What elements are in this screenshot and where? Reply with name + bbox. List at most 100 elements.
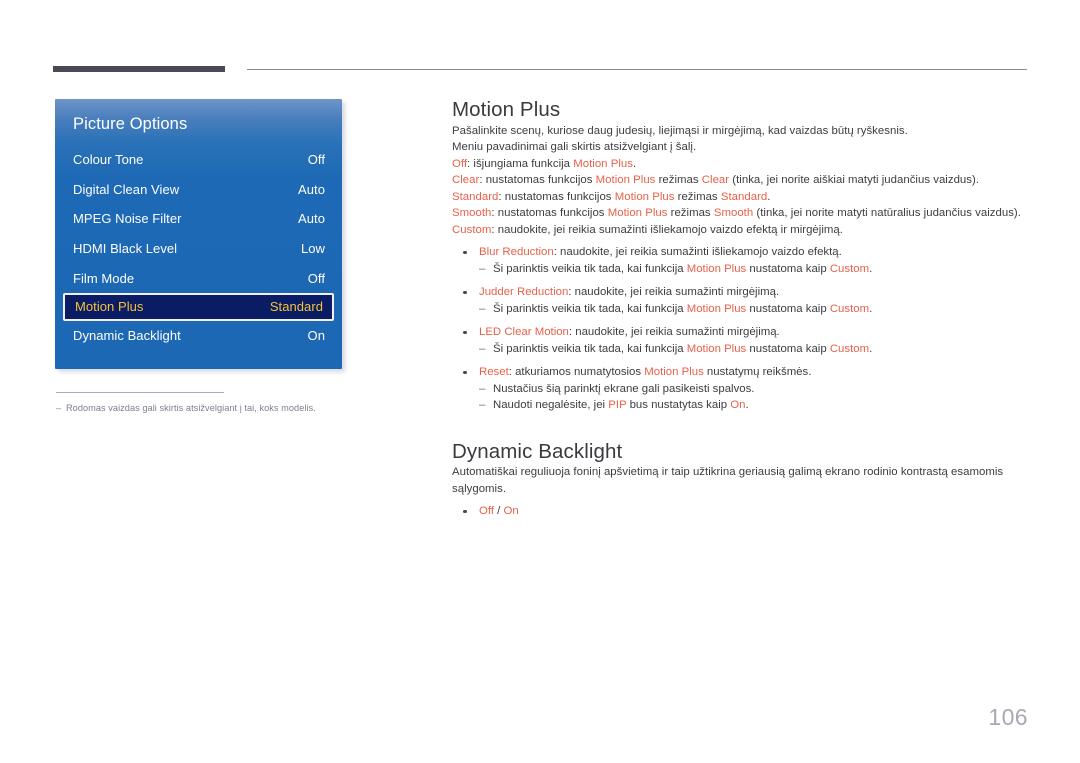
sub-ref: Motion Plus — [686, 262, 747, 275]
definition-ref: Motion Plus — [614, 190, 675, 203]
definition-text: : nustatomas funkcijos — [479, 174, 596, 187]
definition-ref: Motion Plus — [573, 157, 633, 170]
intro-line-2: Meniu pavadinimai gali skirtis atsižvelg… — [452, 141, 697, 154]
bullet-text: : naudokite, jei reikia sumažinti išliek… — [553, 246, 842, 259]
osd-row-label: Digital Clean View — [73, 181, 180, 197]
sub-list: – Ši parinktis veikia tik tada, kai funkc… — [479, 301, 1030, 318]
sub-text-post: . — [745, 399, 749, 412]
sub-item: – Ši parinktis veikia tik tada, kai funkc… — [479, 341, 1030, 358]
osd-row-value: Auto — [298, 211, 325, 227]
osd-row-hdmi-black-level[interactable]: HDMI Black Level Low — [55, 234, 342, 264]
sub-text-post: . — [869, 342, 873, 355]
osd-menu-panel: Picture Options Colour Tone Off Digital … — [55, 99, 342, 369]
footnote-text: Rodomas vaizdas gali skirtis atsižvelgia… — [66, 403, 316, 413]
bullet-text: : naudokite, jei reikia sumažinti mirgėj… — [568, 286, 780, 299]
sub-dash-icon: – — [479, 399, 486, 412]
sub-list: – Ši parinktis veikia tik tada, kai funkc… — [479, 341, 1030, 358]
definition-text-3: (tinka, jei norite aiškiai matyti judanč… — [729, 174, 979, 187]
option-off: Off — [479, 505, 494, 518]
definition-ref-2: Smooth — [713, 207, 754, 220]
sub-item: – Ši parinktis veikia tik tada, kai funkc… — [479, 301, 1030, 318]
osd-row-value: On — [307, 328, 325, 344]
osd-row-digital-clean-view[interactable]: Digital Clean View Auto — [55, 175, 342, 205]
osd-row-label: HDMI Black Level — [73, 241, 178, 257]
page-number: 106 — [988, 704, 1028, 730]
intro-line-1: Pašalinkite scenų, kuriose daug judesių,… — [452, 124, 908, 137]
definition-ref-2: Standard — [720, 190, 768, 203]
definition-term: Clear — [452, 174, 480, 187]
definition-text: : naudokite, jei reikia sumažinti išliek… — [491, 223, 843, 236]
sub-text-pre: Nustačius šią parinktį ekrane gali pasik… — [493, 382, 755, 395]
osd-row-value: Low — [301, 241, 325, 257]
bullet-led-clear-motion: LED Clear Motion: naudokite, jei reikia … — [452, 324, 1030, 357]
sub-text-post: . — [869, 262, 873, 275]
bullet-term: Blur Reduction — [479, 246, 554, 259]
osd-row-label: Dynamic Backlight — [73, 328, 181, 344]
bullet-dot-icon — [463, 370, 467, 375]
definition-text: : nustatomas funkcijos — [491, 207, 608, 220]
sub-item: – Naudoti negalėsite, jei PIP bus nustaty… — [479, 397, 1030, 414]
definition-text: : nustatomas funkcijos — [498, 190, 615, 203]
definition-text-3: (tinka, jei norite matyti natūralius jud… — [753, 207, 1021, 220]
osd-row-dynamic-backlight[interactable]: Dynamic Backlight On — [55, 321, 342, 351]
sub-list: – Ši parinktis veikia tik tada, kai funkc… — [479, 261, 1030, 278]
motion-plus-bullet-list: Blur Reduction: naudokite, jei reikia su… — [452, 244, 1030, 414]
sub-text-mid: nustatoma kaip — [746, 342, 830, 355]
bullet-text-pre: : atkuriamos numatytosios — [508, 366, 645, 379]
osd-row-value: Off — [307, 270, 325, 286]
sub-ref-2: On — [730, 399, 746, 412]
sub-dash-icon: – — [479, 302, 486, 315]
osd-row-label: Motion Plus — [75, 299, 144, 315]
bullet-text-post: nustatymų reikšmės. — [703, 366, 812, 379]
osd-row-value: Off — [307, 152, 325, 168]
sub-text-pre: Ši parinktis veikia tik tada, kai funkci… — [493, 342, 687, 355]
bullet-term: Judder Reduction — [479, 286, 569, 299]
definition-smooth: Smooth : nustatomas funkcijos Motion Plus… — [452, 205, 1030, 222]
bullet-ref: Motion Plus — [644, 366, 704, 379]
main-content: Motion Plus Pašalinkite scenų, kuriose d… — [452, 98, 1030, 520]
definition-term: Custom — [452, 223, 492, 236]
sub-dash-icon: – — [479, 262, 486, 275]
definition-ref: Motion Plus — [607, 207, 668, 220]
footnote-dash: ‒ — [56, 403, 62, 413]
definition-clear: Clear: nustatomas funkcijos Motion Plus … — [452, 172, 1030, 189]
osd-row-colour-tone[interactable]: Colour Tone Off — [55, 145, 342, 175]
definition-ref: Motion Plus — [595, 174, 656, 187]
footnote-divider — [56, 392, 224, 393]
definition-text-2: režimas — [667, 207, 714, 220]
sub-dash-icon: – — [479, 342, 486, 355]
sub-text-pre: Naudoti negalėsite, jei — [493, 399, 609, 412]
sub-item: – Ši parinktis veikia tik tada, kai funkc… — [479, 261, 1030, 278]
bullet-judder-reduction: Judder Reduction: naudokite, jei reikia … — [452, 284, 1030, 317]
definition-standard: Standard: nustatomas funkcijos Motion Pl… — [452, 189, 1030, 206]
osd-row-film-mode[interactable]: Film Mode Off — [55, 263, 342, 293]
definition-custom: Custom: naudokite, jei reikia sumažinti … — [452, 222, 1030, 239]
bullet-off-on: Off / On — [452, 503, 1030, 520]
dynamic-backlight-option-list: Off / On — [452, 503, 1030, 520]
bullet-dot-icon — [463, 290, 467, 295]
sub-ref-2: Custom — [829, 342, 870, 355]
osd-row-label: MPEG Noise Filter — [73, 211, 182, 227]
option-on: On — [503, 505, 519, 518]
bullet-dot-icon — [463, 509, 467, 514]
bullet-reset: Reset: atkuriamos numatytosios Motion Pl… — [452, 364, 1030, 414]
sub-text-mid: nustatoma kaip — [746, 262, 830, 275]
sub-dash-icon: – — [479, 382, 486, 395]
section-title-motion-plus: Motion Plus — [452, 98, 561, 121]
header-divider-line — [247, 69, 1027, 70]
definition-off: Off: išjungiama funkcija Motion Plus. — [452, 156, 1030, 173]
osd-row-motion-plus[interactable]: Motion Plus Standard — [63, 292, 334, 321]
section-title-dynamic-backlight: Dynamic Backlight — [452, 439, 623, 463]
sub-text-pre: Ši parinktis veikia tik tada, kai funkci… — [493, 302, 687, 315]
definition-term: Standard — [452, 190, 499, 203]
bullet-term: Reset — [479, 366, 509, 379]
sub-ref: Motion Plus — [686, 342, 747, 355]
osd-row-mpeg-noise-filter[interactable]: MPEG Noise Filter Auto — [55, 204, 342, 234]
bullet-text: : naudokite, jei reikia sumažinti mirgėj… — [568, 326, 780, 339]
definition-text: : išjungiama funkcija — [467, 157, 574, 170]
header-accent-bar — [53, 66, 225, 72]
bullet-blur-reduction: Blur Reduction: naudokite, jei reikia su… — [452, 244, 1030, 277]
sub-text-mid: bus nustatytas kaip — [626, 399, 731, 412]
osd-menu-title: Picture Options — [73, 115, 188, 133]
dynamic-backlight-paragraph: Automatiškai reguliuoja foninį apšvietim… — [452, 466, 1004, 495]
